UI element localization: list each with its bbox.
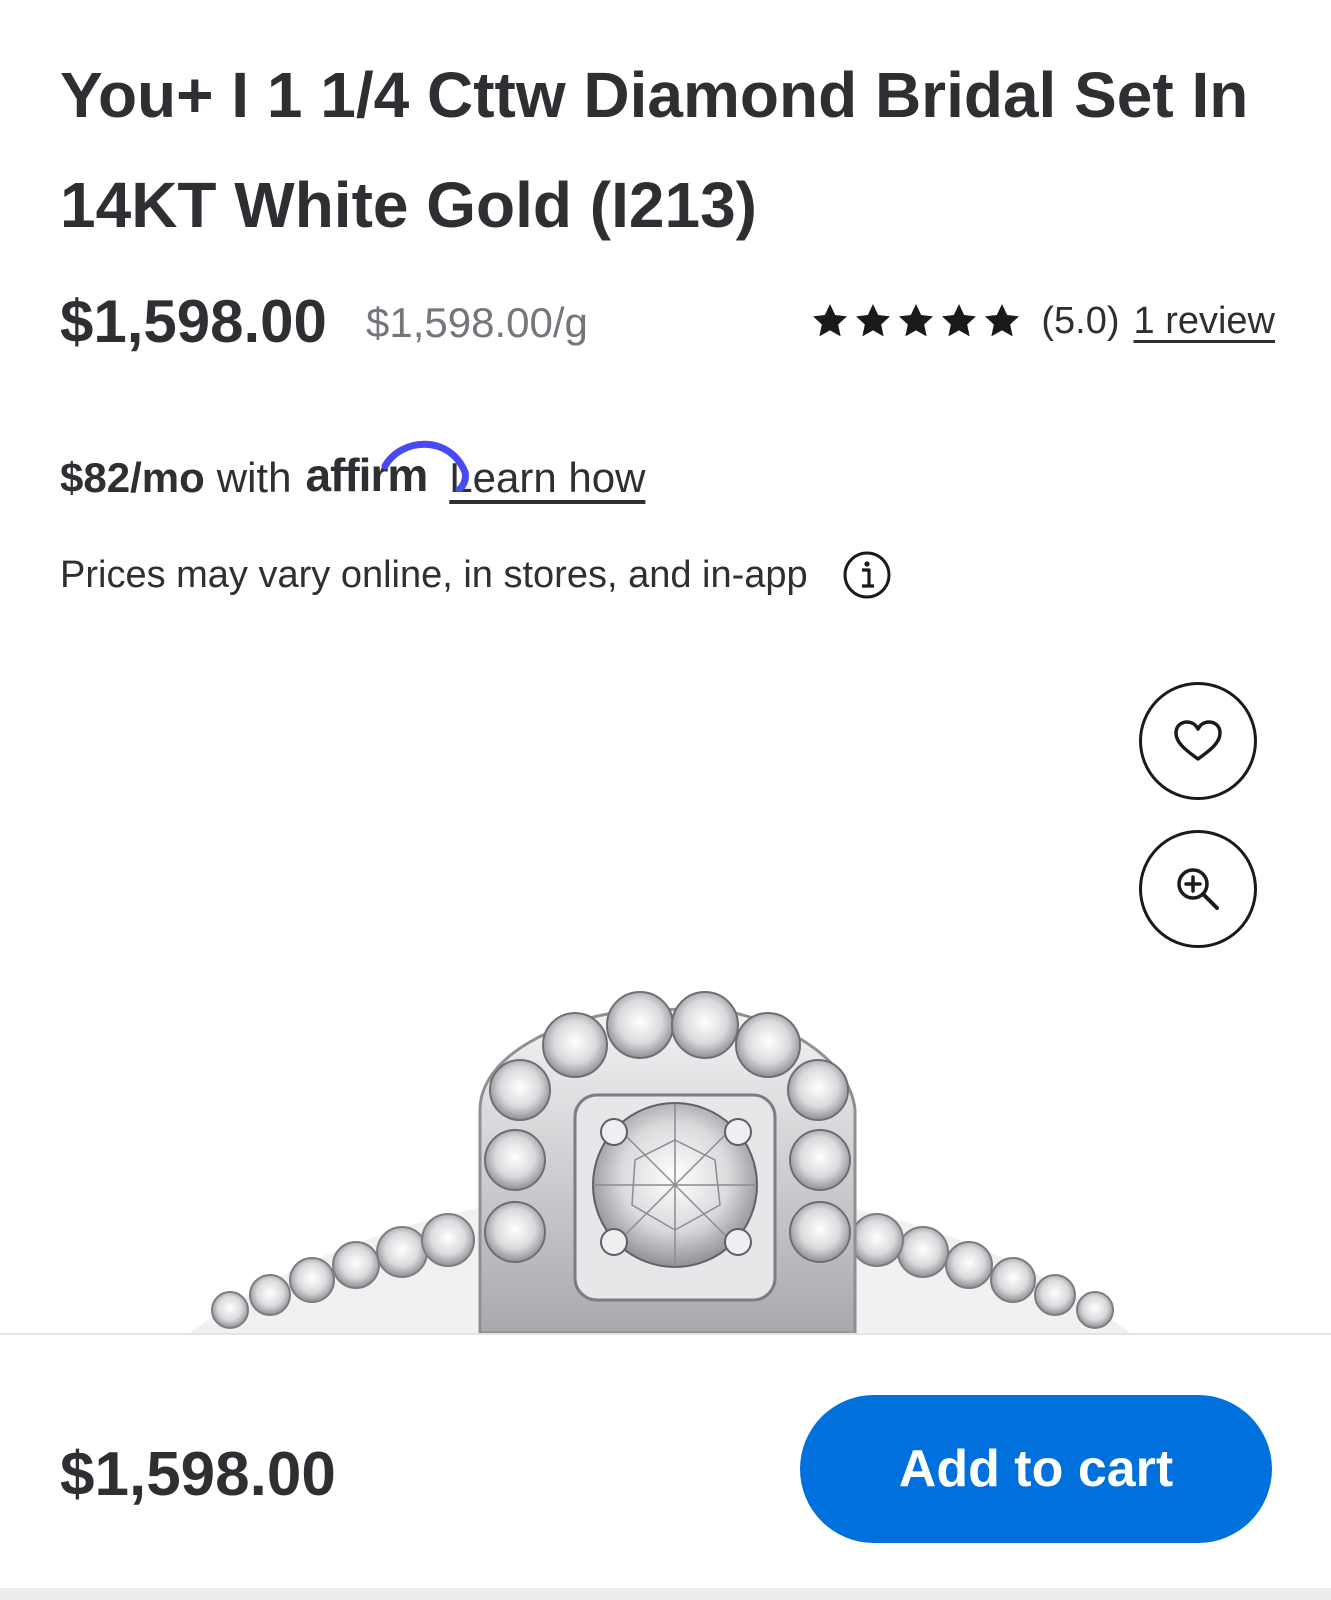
zoom-image-button[interactable] — [1139, 830, 1257, 948]
star-rating — [810, 301, 1025, 341]
reviews-link[interactable]: 1 review — [1134, 300, 1276, 343]
product-title: You+ I 1 1/4 Cttw Diamond Bridal Set In … — [60, 59, 1249, 241]
sticky-price: $1,598.00 — [60, 1440, 336, 1509]
add-to-favorites-button[interactable] — [1139, 682, 1257, 800]
sticky-purchase-bar: $1,598.00 Add to cart — [0, 1333, 1331, 1600]
monthly-payment: $82/mo — [60, 454, 205, 501]
disclaimer-text: Prices may vary online, in stores, and i… — [60, 553, 808, 596]
rating-summary: (5.0) 1 review — [810, 290, 1275, 352]
add-to-cart-button[interactable]: Add to cart — [800, 1395, 1272, 1543]
price-disclaimer: Prices may vary online, in stores, and i… — [60, 545, 892, 605]
price-row: $1,598.00 $1,598.00/g (5.0) 1 review — [60, 282, 1275, 362]
affirm-arc-icon — [381, 440, 470, 492]
bottom-divider — [0, 1588, 1331, 1600]
current-price: $1,598.00 — [60, 288, 327, 355]
product-image[interactable] — [0, 640, 1331, 1333]
financing-with-label: with — [216, 454, 292, 501]
heart-icon — [1174, 720, 1222, 761]
star-icon — [982, 301, 1022, 341]
star-icon — [853, 301, 893, 341]
financing-offer: $82/mo with affirm Learn how — [60, 432, 645, 502]
star-icon — [896, 301, 936, 341]
star-icon — [810, 301, 850, 341]
learn-how-link[interactable]: Learn how — [449, 454, 645, 502]
rating-value: (5.0) — [1041, 299, 1120, 342]
affirm-logo: affirm — [305, 440, 470, 502]
zoom-in-icon — [1177, 868, 1219, 910]
unit-price: $1,598.00/g — [366, 299, 588, 346]
star-icon — [939, 301, 979, 341]
info-icon[interactable] — [842, 550, 892, 600]
ring-image — [190, 991, 1130, 1333]
